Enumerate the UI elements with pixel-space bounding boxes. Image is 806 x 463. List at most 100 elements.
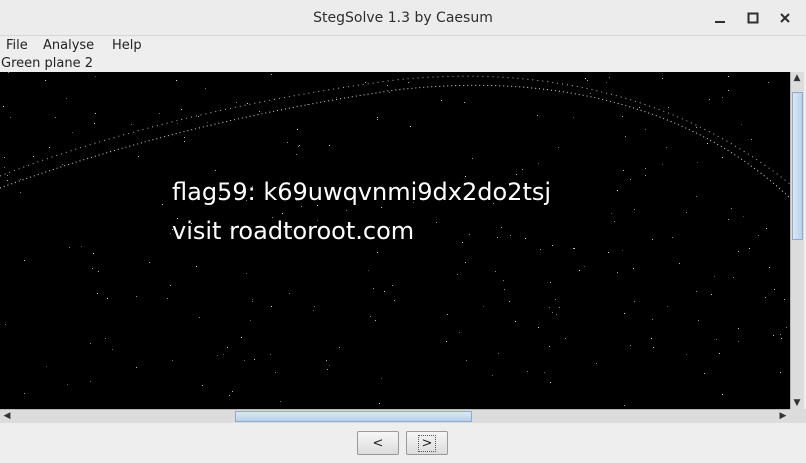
noise-dot — [346, 210, 347, 211]
menu-help[interactable]: Help — [112, 36, 142, 56]
window-title: StegSolve 1.3 by Caesum — [313, 10, 493, 26]
noise-dot — [666, 147, 667, 148]
noise-dot — [633, 268, 634, 269]
noise-dot — [743, 216, 744, 217]
noise-dot — [381, 378, 382, 379]
noise-dot — [696, 127, 697, 128]
noise-dot — [584, 266, 585, 267]
noise-dot — [81, 246, 82, 247]
vertical-scroll-thumb[interactable] — [792, 92, 803, 240]
noise-dot — [749, 248, 750, 249]
noise-dot — [527, 371, 528, 372]
noise-dot — [4, 167, 5, 168]
noise-dot — [697, 162, 698, 163]
noise-dot — [170, 285, 171, 286]
noise-dot — [270, 354, 271, 355]
noise-dot — [436, 222, 437, 223]
noise-dot — [373, 288, 374, 289]
noise-dot — [696, 291, 697, 292]
menu-file[interactable]: File — [6, 36, 28, 56]
noise-dot — [516, 174, 517, 175]
noise-dot — [49, 147, 50, 148]
noise-dot — [271, 74, 272, 75]
noise-dot — [336, 97, 337, 98]
noise-dot — [662, 78, 663, 79]
noise-dot — [20, 179, 21, 180]
noise-dot — [301, 206, 302, 207]
horizontal-scrollbar[interactable]: ◀ ▶ — [0, 409, 790, 423]
noise-dot — [731, 208, 732, 209]
image-viewport[interactable]: flag59: k69uwqvnmi9dx2do2tsj visit roadt… — [0, 72, 790, 409]
noise-dot — [90, 381, 91, 382]
noise-dot — [329, 145, 330, 146]
scroll-down-icon[interactable]: ▼ — [791, 397, 803, 409]
noise-dot — [679, 263, 680, 264]
next-button[interactable]: > — [406, 431, 448, 455]
noise-dot — [138, 156, 139, 157]
noise-dot — [46, 366, 47, 367]
noise-dot — [466, 360, 467, 361]
noise-dot — [667, 306, 668, 307]
noise-dot — [653, 347, 654, 348]
noise-dot — [4, 157, 5, 158]
noise-dot — [522, 169, 523, 170]
scroll-right-icon[interactable]: ▶ — [777, 410, 789, 422]
noise-dot — [758, 235, 759, 236]
noise-dot — [282, 213, 283, 214]
previous-button[interactable]: < — [357, 431, 399, 455]
noise-dot — [232, 391, 233, 392]
noise-dot — [573, 117, 574, 118]
noise-dot — [62, 164, 63, 165]
noise-dot — [780, 334, 781, 335]
noise-dot — [722, 157, 723, 158]
noise-dot — [72, 132, 73, 133]
noise-dot — [250, 320, 251, 321]
maximize-icon[interactable] — [743, 8, 763, 28]
noise-dot — [297, 129, 298, 130]
noise-dot — [786, 327, 787, 328]
noise-dot — [711, 294, 712, 295]
noise-dot — [457, 274, 458, 275]
menu-analyse[interactable]: Analyse — [43, 36, 94, 56]
noise-dot — [728, 76, 729, 77]
noise-dot — [307, 104, 308, 105]
noise-dot — [184, 141, 185, 142]
noise-dot — [410, 126, 411, 127]
noise-dot — [162, 204, 163, 205]
noise-dot — [98, 271, 99, 272]
horizontal-scroll-thumb[interactable] — [235, 411, 472, 422]
vertical-scrollbar[interactable]: ▲ ▼ — [790, 72, 804, 409]
noise-dot — [549, 346, 550, 347]
noise-dot — [379, 403, 380, 404]
noise-dot — [131, 124, 132, 125]
minimize-icon[interactable] — [710, 8, 730, 28]
noise-dot — [630, 345, 631, 346]
noise-dot — [299, 145, 300, 146]
noise-dot — [738, 328, 739, 329]
noise-dot — [384, 291, 385, 292]
close-icon[interactable] — [775, 8, 795, 28]
scroll-left-icon[interactable]: ◀ — [1, 410, 13, 422]
noise-dot — [555, 299, 556, 300]
noise-dot — [728, 219, 729, 220]
noise-dot — [751, 139, 752, 140]
noise-dot — [503, 280, 504, 281]
noise-dot — [447, 314, 448, 315]
noise-dot — [766, 228, 767, 229]
noise-dot — [7, 175, 8, 176]
noise-dot — [172, 360, 173, 361]
noise-dot — [55, 117, 56, 118]
noise-dot — [634, 301, 635, 302]
noise-dot — [622, 250, 623, 251]
noise-dot — [556, 314, 557, 315]
noise-dot — [624, 405, 625, 406]
noise-dot — [199, 317, 200, 318]
noise-dot — [614, 221, 615, 222]
noise-dot — [244, 360, 245, 361]
noise-dot — [271, 306, 272, 307]
scroll-up-icon[interactable]: ▲ — [791, 72, 803, 84]
noise-dot — [464, 102, 465, 103]
noise-dot — [668, 107, 669, 108]
noise-dot — [5, 324, 6, 325]
noise-dot — [623, 170, 624, 171]
